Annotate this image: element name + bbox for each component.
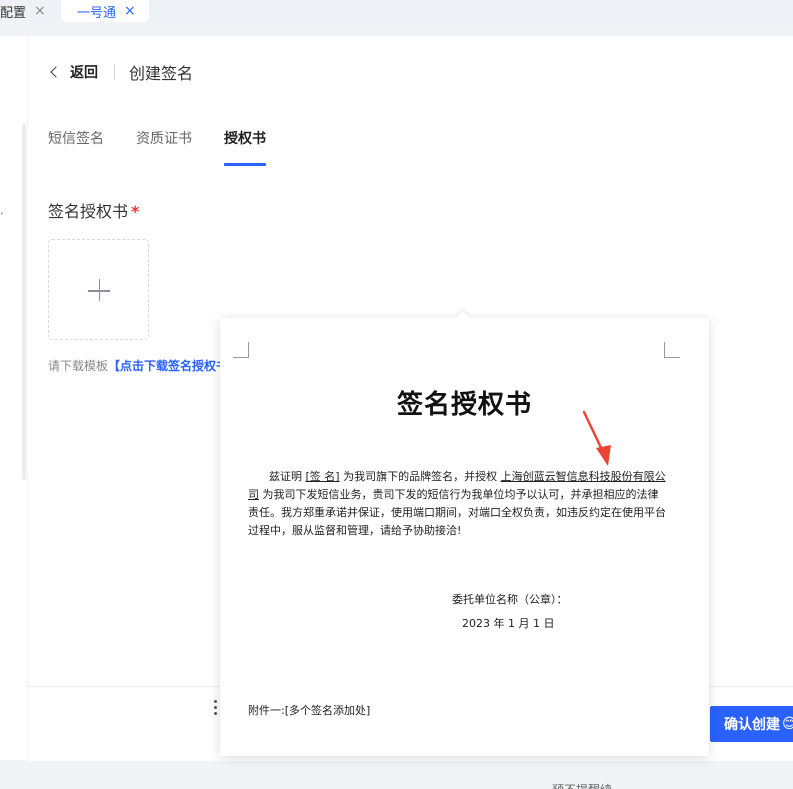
- chevron-left-icon: [50, 66, 62, 78]
- smile-icon: 😊: [782, 716, 793, 732]
- page-title: 创建签名: [129, 64, 194, 83]
- tab-config[interactable]: 配置 ×: [0, 0, 60, 22]
- tab-sms-signature[interactable]: 短信签名: [48, 128, 104, 166]
- tab-label: 一号通: [77, 5, 117, 21]
- tab-qualification[interactable]: 资质证书: [136, 128, 192, 166]
- sign-line: 委托单位名称（公章）：: [452, 593, 568, 606]
- authorization-preview-popover: 签名授权书 兹证明 [签 名] 为我司旗下的品牌签名，并授权 上海创蓝云智信息科…: [214, 310, 709, 756]
- date-line: 2023 年 1 月 1 日: [462, 617, 555, 630]
- field-label: 签名授权书 *: [48, 198, 139, 222]
- signature-placeholder: [签 名]: [305, 470, 340, 483]
- tab-authorization[interactable]: 授权书: [224, 128, 266, 166]
- form-tabs: 短信签名 资质证书 授权书: [48, 128, 266, 166]
- body-text: 为我司下发短信业务，贵司下发的短信行为我单位均予以认可，并承担相应的法律责任。我…: [248, 488, 666, 537]
- corner-mark: [664, 342, 680, 358]
- back-label: 返回: [70, 65, 98, 81]
- window-tab-bar: 配置 × 一号通 ×: [0, 0, 793, 22]
- document-body: 兹证明 [签 名] 为我司旗下的品牌签名，并授权 上海创蓝云智信息科技股份有限公…: [248, 468, 666, 540]
- body-text: 兹证明: [269, 470, 302, 483]
- header-divider: [114, 64, 115, 80]
- sidebar-scrollbar[interactable]: [22, 124, 26, 480]
- attachment-line: 附件一:[多个签名添加处]: [248, 704, 371, 717]
- hint-text: 请下载模板: [48, 359, 109, 373]
- close-icon[interactable]: ×: [34, 4, 46, 18]
- sidebar-collapsed: ’: [0, 36, 27, 760]
- download-template-link[interactable]: 【点击下载签名授权书】: [108, 359, 220, 373]
- download-hint: 请下载模板【点击下载签名授权书】: [48, 357, 220, 374]
- back-button[interactable]: 返回: [48, 62, 98, 82]
- confirm-label: 确认创建: [724, 717, 780, 733]
- tab-label: 配置: [0, 5, 27, 21]
- corner-mark: [233, 342, 249, 358]
- document-title: 签名授权书: [396, 390, 532, 420]
- plus-icon: [98, 279, 101, 301]
- tab-yihaotong[interactable]: 一号通 ×: [61, 0, 149, 22]
- body-text: 为我司旗下的品牌签名，并授权: [343, 470, 498, 483]
- close-icon[interactable]: ×: [124, 4, 136, 18]
- red-arrow-icon: [582, 410, 611, 466]
- upload-button[interactable]: [48, 239, 149, 340]
- bottom-cut-text: 预不提醒续: [552, 781, 612, 789]
- sidebar-glyph: ’: [0, 210, 4, 224]
- confirm-create-button[interactable]: 确认创建 😊: [710, 706, 793, 742]
- page-header: 返回 创建签名: [48, 60, 193, 84]
- field-label-text: 签名授权书: [48, 202, 129, 221]
- required-mark: *: [131, 202, 140, 221]
- drag-handle-icon[interactable]: [214, 700, 218, 716]
